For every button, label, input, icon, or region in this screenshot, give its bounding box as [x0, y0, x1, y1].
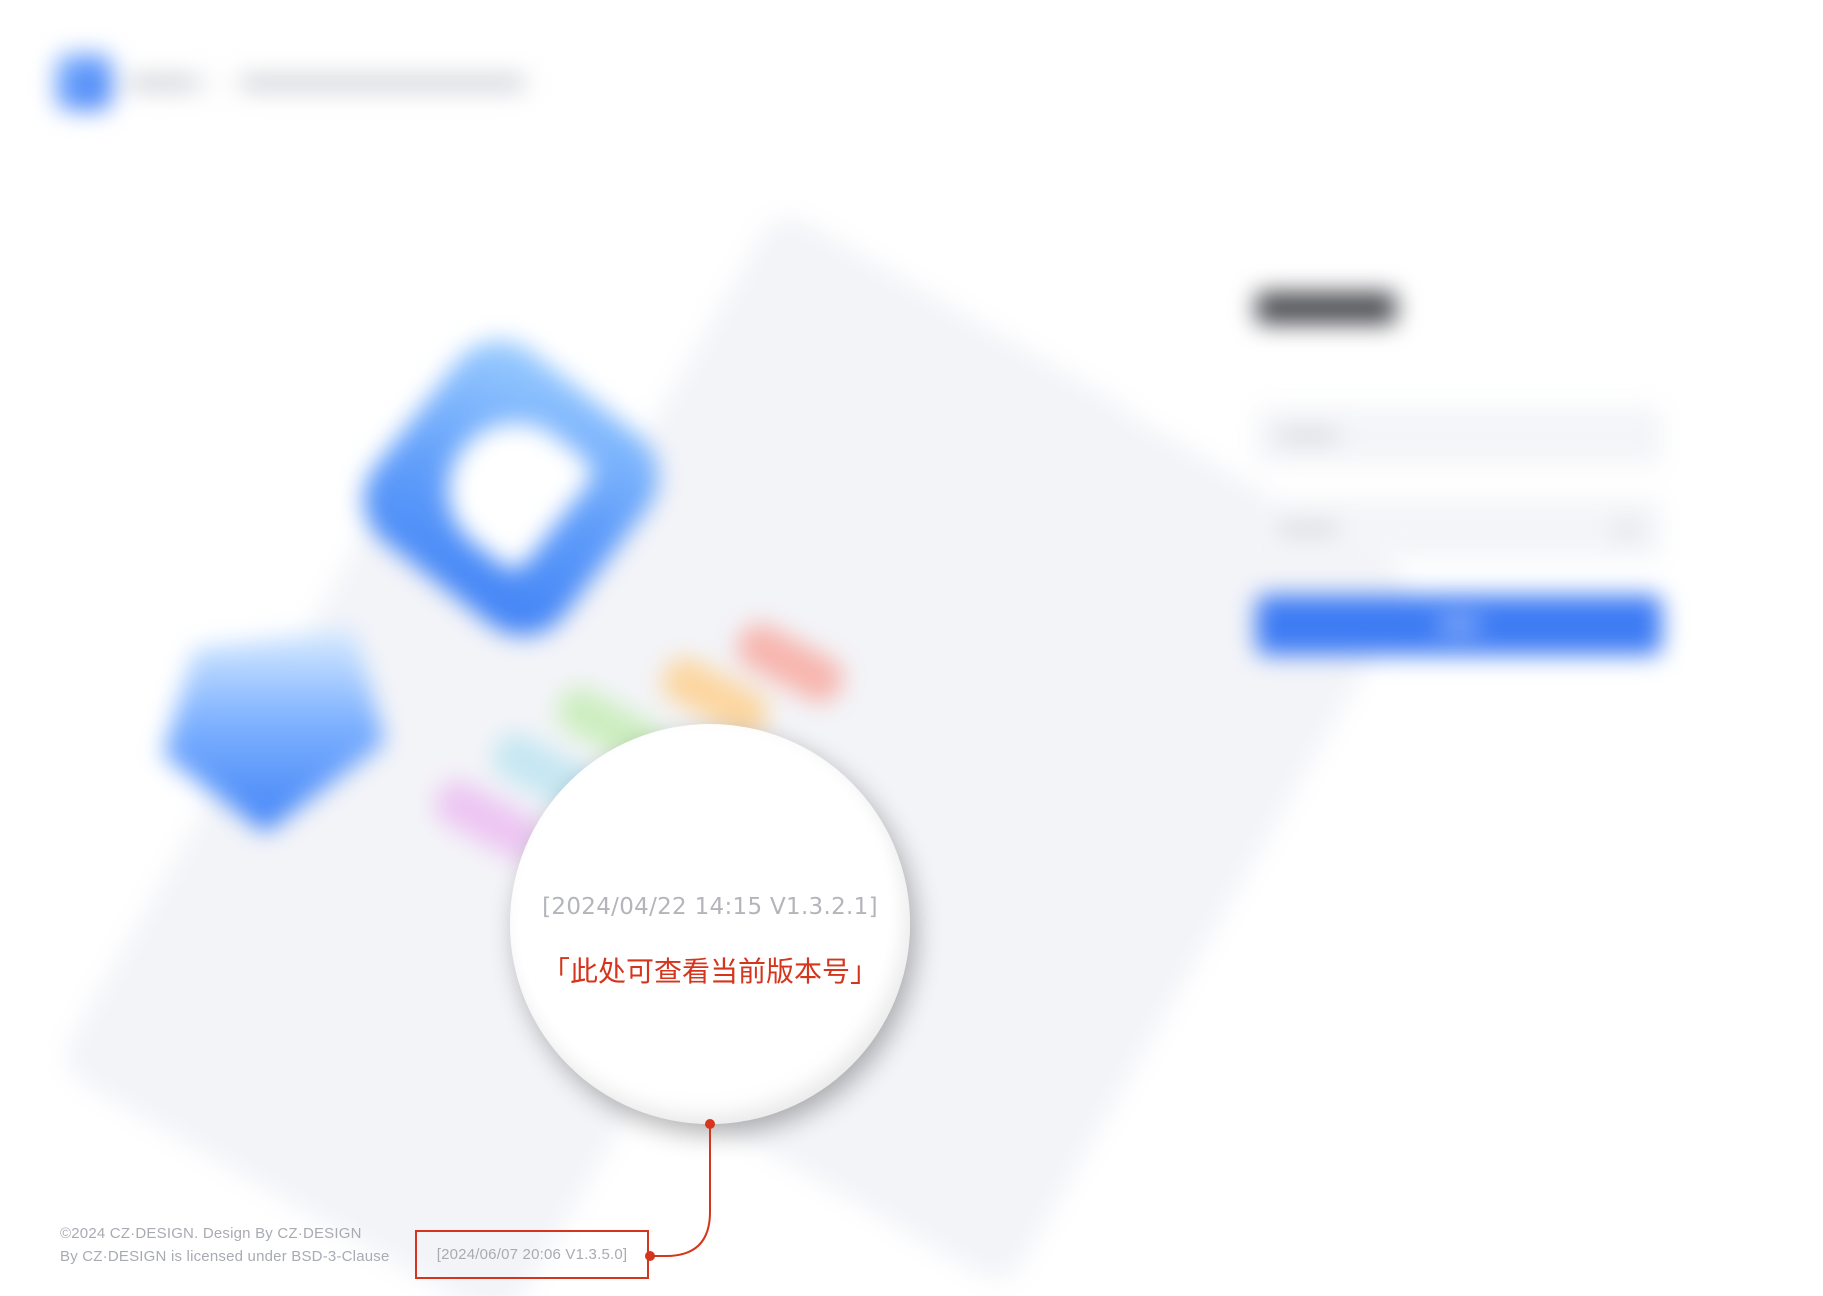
footer: ©2024 CZ·DESIGN. Design By CZ·DESIGN By …: [60, 1222, 390, 1268]
app-subtitle: [240, 76, 525, 90]
title-divider: [210, 72, 213, 94]
version-highlight-box: [2024/06/07 20:06 V1.3.5.0]: [415, 1230, 649, 1279]
app-logo-icon: [56, 54, 112, 110]
illustration-app-icon-mark: [421, 396, 599, 576]
footer-license: By CZ·DESIGN is licensed under BSD-3-Cla…: [60, 1248, 390, 1265]
magnifier-callout: [2024/04/22 14:15 V1.3.2.1] 「此处可查看当前版本号」: [510, 724, 910, 1124]
app-name: [128, 76, 198, 90]
username-field[interactable]: [1256, 407, 1662, 465]
login-button[interactable]: [1256, 595, 1662, 655]
eye-icon[interactable]: [1614, 520, 1640, 540]
footer-version: [2024/06/07 20:06 V1.3.5.0]: [436, 1246, 628, 1263]
login-title: [1256, 292, 1396, 324]
footer-copyright: ©2024 CZ·DESIGN. Design By CZ·DESIGN: [60, 1225, 362, 1242]
login-page: [2024/04/22 14:15 V1.3.2.1] 「此处可查看当前版本号」…: [0, 0, 1823, 1296]
password-field[interactable]: [1256, 500, 1662, 558]
login-button-label: [1439, 619, 1479, 631]
magnified-version-text: [2024/04/22 14:15 V1.3.2.1]: [542, 894, 878, 920]
annotation-note: 「此处可查看当前版本号」: [541, 955, 878, 988]
password-placeholder: [1278, 523, 1338, 535]
username-placeholder: [1278, 430, 1338, 442]
blurred-login-screen: [0, 0, 1823, 1296]
